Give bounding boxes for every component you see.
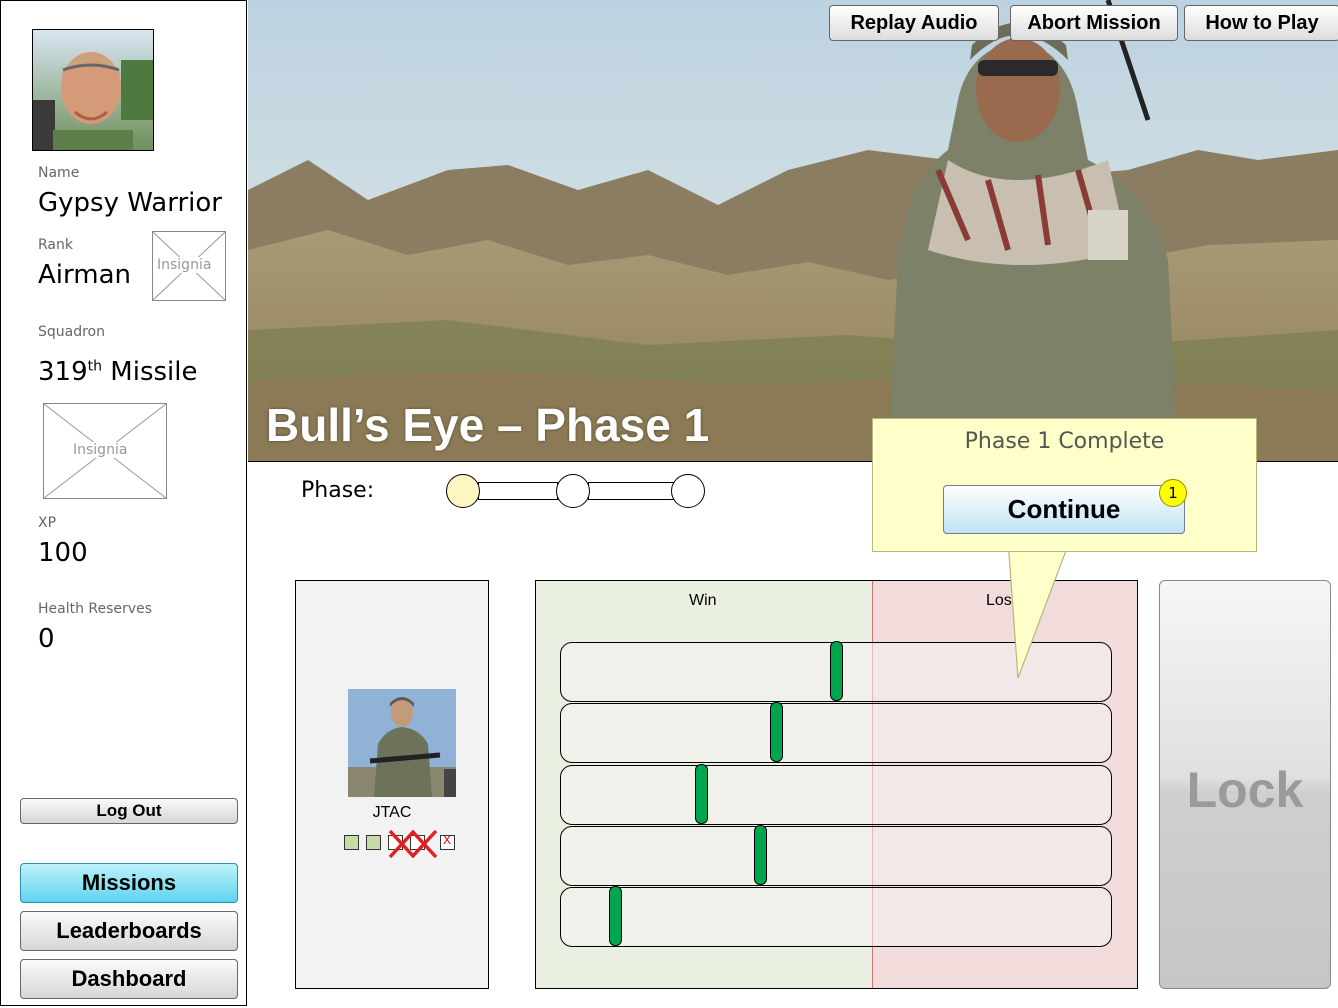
phase-connector: [478, 482, 558, 500]
abort-mission-button[interactable]: Abort Mission: [1010, 5, 1178, 41]
outcome-marker: [770, 702, 783, 762]
rank-insignia-image: Insignia: [152, 231, 226, 301]
profile-sidebar: Name Gypsy Warrior Rank Airman Insignia …: [0, 0, 247, 1006]
squadron-suffix: th: [87, 358, 103, 375]
win-label: Win: [689, 592, 717, 609]
phase-complete-callout: Phase 1 Complete Continue 1: [872, 418, 1257, 552]
avatar: [32, 29, 154, 151]
step-badge: 1: [1159, 479, 1187, 507]
outcome-track: [560, 825, 1112, 886]
dashboard-button[interactable]: Dashboard: [20, 959, 238, 999]
replay-audio-button[interactable]: Replay Audio: [829, 5, 999, 41]
unit-card: JTAC X: [295, 580, 489, 989]
outcome-track: [560, 886, 1112, 947]
player-health: 0: [38, 624, 55, 654]
player-squadron: 319th Missile: [38, 357, 197, 387]
callout-title: Phase 1 Complete: [964, 429, 1165, 454]
health-box-full: [366, 835, 381, 850]
logout-button[interactable]: Log Out: [20, 798, 238, 824]
mission-hero-image: Bull’s Eye – Phase 1 Replay Audio Abort …: [248, 0, 1338, 462]
phase-connector: [588, 482, 674, 500]
player-name: Gypsy Warrior: [38, 188, 222, 218]
health-box-full: [344, 835, 359, 850]
lock-button[interactable]: Lock: [1159, 580, 1331, 989]
phase-label: Phase:: [301, 478, 375, 503]
leaderboards-button[interactable]: Leaderboards: [20, 911, 238, 951]
how-to-play-button[interactable]: How to Play: [1184, 5, 1338, 41]
missions-button[interactable]: Missions: [20, 863, 238, 903]
phase-step-3: [671, 474, 705, 508]
unit-name: JTAC: [372, 804, 412, 821]
unit-portrait: [348, 689, 456, 797]
player-xp: 100: [38, 538, 88, 568]
squadron-insignia-label: Insignia: [72, 442, 129, 458]
outcome-marker: [754, 825, 767, 885]
outcome-track: [560, 702, 1112, 763]
outcome-marker: [830, 641, 843, 701]
callout-pointer: [1007, 540, 1071, 679]
squadron-number: 319: [38, 357, 88, 387]
continue-button[interactable]: Continue: [943, 485, 1185, 534]
outcome-marker: [695, 764, 708, 824]
lost-health-x-mark: [388, 829, 438, 859]
lock-label: Lock: [1186, 762, 1304, 818]
squadron-name: Missile: [110, 357, 198, 387]
xp-label: XP: [38, 515, 57, 531]
name-label: Name: [38, 165, 80, 181]
health-label: Health Reserves: [38, 601, 152, 617]
squadron-insignia-image: Insignia: [43, 403, 167, 499]
phase-step-2: [556, 474, 590, 508]
player-rank: Airman: [38, 260, 131, 290]
mission-title: Bull’s Eye – Phase 1: [266, 399, 710, 451]
mountain-soldier-scene: [248, 0, 1338, 461]
phase-step-1: [446, 474, 480, 508]
rank-insignia-label: Insignia: [156, 257, 213, 273]
outcome-marker: [609, 886, 622, 946]
rank-label: Rank: [38, 237, 73, 253]
squadron-label: Squadron: [38, 324, 105, 340]
outcome-track: [560, 764, 1112, 825]
